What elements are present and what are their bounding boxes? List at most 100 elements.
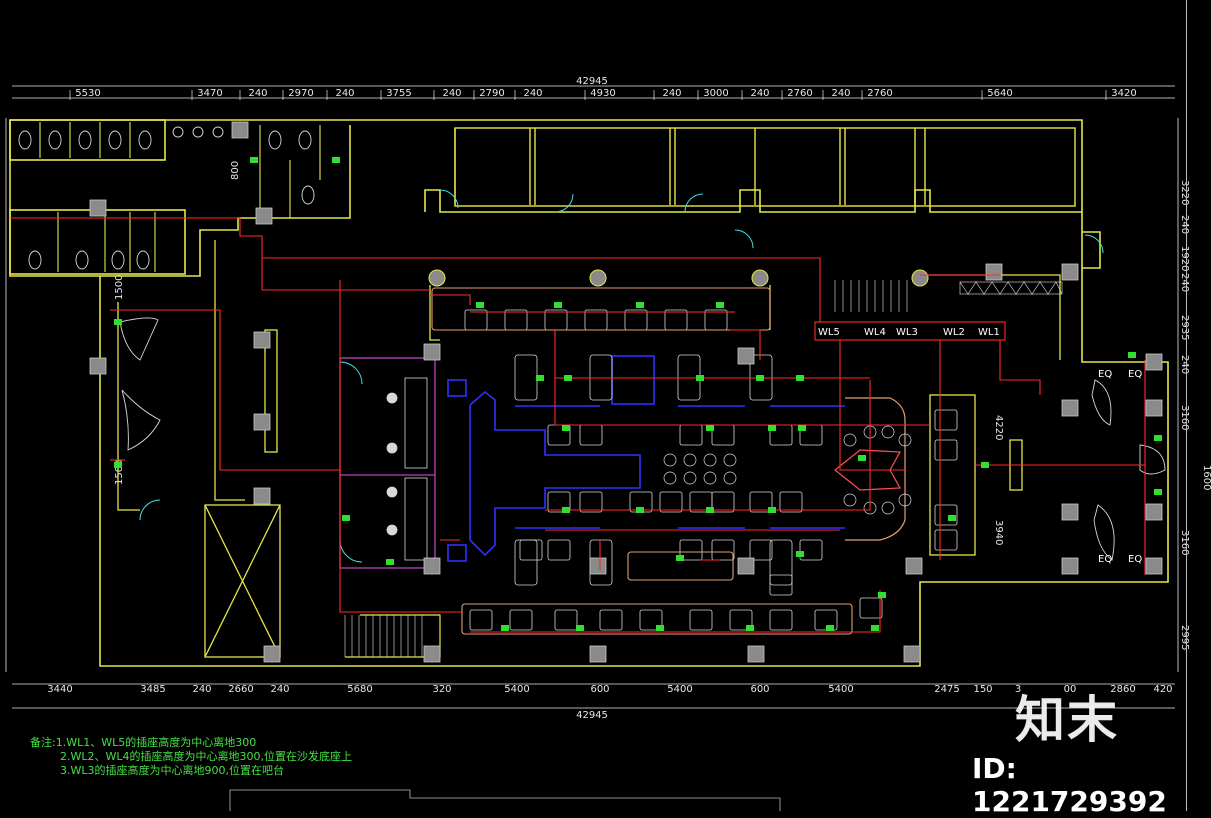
bottom-dimension-1: 3485 xyxy=(140,684,165,695)
bottom-overall-dimension: 42945 xyxy=(576,710,608,721)
column-26 xyxy=(231,121,249,139)
seat-9 xyxy=(679,424,703,446)
eq-label-3: EQ xyxy=(1098,554,1112,565)
seat-2 xyxy=(544,309,568,331)
circuit-label-wl2: WL2 xyxy=(943,327,965,338)
column-0 xyxy=(89,199,107,217)
bottom-dimension-2: 240 xyxy=(192,684,211,695)
outlet-17 xyxy=(768,425,776,431)
outlet-11 xyxy=(564,375,572,381)
lounge-chairs xyxy=(119,317,161,451)
truss-band xyxy=(959,281,1063,295)
top-dimension-7: 2790 xyxy=(479,88,504,99)
sink-0 xyxy=(172,126,184,138)
toilet-3 xyxy=(108,130,122,150)
restroom-stalls xyxy=(39,122,321,272)
toilet-8 xyxy=(136,250,150,270)
outlet-1 xyxy=(332,157,340,163)
outlet-9 xyxy=(716,302,724,308)
seat-39 xyxy=(934,529,958,551)
sofa-4 xyxy=(514,539,538,586)
notes-block: 备注:1.WL1、WL5的插座高度为中心离地300 2.WL2、WL4的插座高度… xyxy=(30,736,352,778)
toilet-4 xyxy=(138,130,152,150)
kitchen-partition xyxy=(339,357,436,569)
circuit-label-wl3: WL3 xyxy=(896,327,918,338)
column-21 xyxy=(1145,353,1163,371)
outlet-4 xyxy=(342,515,350,521)
outlet-7 xyxy=(554,302,562,308)
toilet-6 xyxy=(75,250,89,270)
interior-walls xyxy=(117,240,1061,658)
top-dimension-1: 3470 xyxy=(197,88,222,99)
bottom-dimension-0: 3440 xyxy=(47,684,72,695)
column-18 xyxy=(1145,399,1163,417)
toilet-10 xyxy=(298,130,312,150)
bottom-dimension-5: 5680 xyxy=(347,684,372,695)
room-doors xyxy=(139,189,1104,563)
top-dimension-8: 240 xyxy=(523,88,542,99)
outlet-14 xyxy=(796,375,804,381)
stool-1 xyxy=(683,453,697,467)
bottom-dimension-10: 600 xyxy=(750,684,769,695)
right-dimension-chain: 3220240192024029352404220 316039401600316… xyxy=(993,118,1211,672)
column-8 xyxy=(423,645,441,663)
top-dimension-15: 2760 xyxy=(867,88,892,99)
outlet-29 xyxy=(826,625,834,631)
sink-1 xyxy=(192,126,204,138)
seat-18 xyxy=(711,491,735,513)
stool-5 xyxy=(683,471,697,485)
stool-8 xyxy=(843,433,857,447)
column-17 xyxy=(1061,557,1079,575)
outlet-16 xyxy=(706,425,714,431)
outlet-36 xyxy=(1154,489,1162,495)
outlet-25 xyxy=(501,625,509,631)
top-dimension-17: 3420 xyxy=(1111,88,1136,99)
sofa-0 xyxy=(514,354,538,401)
outlet-28 xyxy=(746,625,754,631)
upper-private-rooms xyxy=(454,127,1076,207)
image-id-label: ID: 1221729392 xyxy=(972,752,1167,818)
seat-4 xyxy=(624,309,648,331)
kitchen-equipment xyxy=(386,377,428,561)
seat-21 xyxy=(519,539,543,561)
top-dimension-0: 5530 xyxy=(75,88,100,99)
top-dimension-14: 240 xyxy=(831,88,850,99)
round-column-1 xyxy=(589,269,607,287)
outlet-0 xyxy=(250,157,258,163)
circuit-label-wl1: WL1 xyxy=(978,327,1000,338)
round-column-0 xyxy=(428,269,446,287)
top-dimension-chain: 42945 5530 3470 240 2970 240 3755 240 2790 240 49… xyxy=(12,76,1175,100)
column-5 xyxy=(253,487,271,505)
bottom-dimension-3: 2660 xyxy=(228,684,253,695)
outer-walls xyxy=(9,119,1169,667)
structural-columns xyxy=(89,121,1163,663)
top-dimension-6: 240 xyxy=(442,88,461,99)
bottom-dimension-7: 5400 xyxy=(504,684,529,695)
bottom-dimension-8: 600 xyxy=(590,684,609,695)
eq-label-1: EQ xyxy=(1098,369,1112,380)
seat-30 xyxy=(599,609,623,631)
outlet-27 xyxy=(656,625,664,631)
seat-37 xyxy=(934,439,958,461)
round-column-2 xyxy=(751,269,769,287)
seat-8 xyxy=(579,424,603,446)
seat-3 xyxy=(584,309,608,331)
seat-1 xyxy=(504,309,528,331)
stool-4 xyxy=(663,471,677,485)
seat-25 xyxy=(749,539,773,561)
eq-labels: EQ EQ EQ EQ xyxy=(1098,369,1142,565)
seat-41 xyxy=(859,597,883,619)
outlet-23 xyxy=(676,555,684,561)
outlet-3 xyxy=(114,462,122,468)
seat-28 xyxy=(509,609,533,631)
top-dimension-16: 5640 xyxy=(987,88,1012,99)
column-13 xyxy=(985,263,1003,281)
outlet-2 xyxy=(114,319,122,325)
column-14 xyxy=(1061,263,1079,281)
right-dimension-6: 4220 xyxy=(993,415,1004,440)
toilet-1 xyxy=(48,130,62,150)
outlet-32 xyxy=(981,462,989,468)
circuit-label-wl5: WL5 xyxy=(818,327,840,338)
note-line-3: 3.WL3的插座高度为中心离地900,位置在吧台 xyxy=(60,764,284,777)
outlet-37 xyxy=(1128,352,1136,358)
